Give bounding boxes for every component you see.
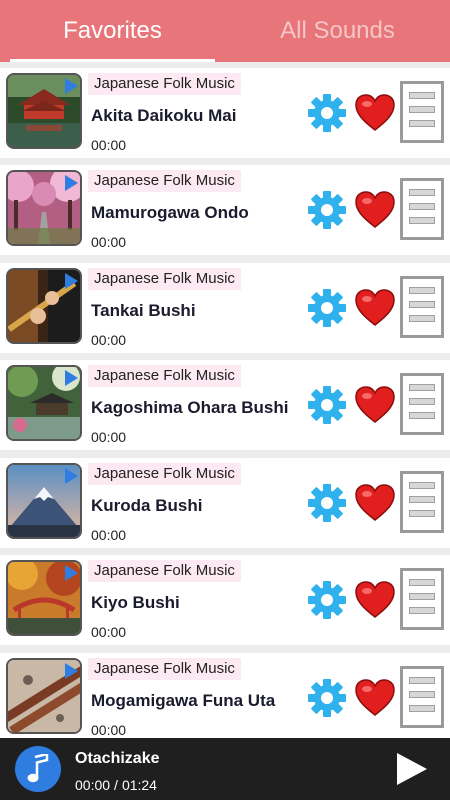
heart-icon[interactable] bbox=[354, 385, 396, 425]
song-row[interactable]: Japanese Folk Music Mamurogawa Ondo 00:0… bbox=[0, 165, 450, 255]
play-badge-icon bbox=[65, 370, 78, 386]
play-badge-icon bbox=[65, 565, 78, 581]
time-separator: / bbox=[114, 777, 118, 793]
gear-icon[interactable] bbox=[306, 384, 348, 426]
song-row[interactable]: Japanese Folk Music Akita Daikoku Mai 00… bbox=[0, 68, 450, 158]
genre-label: Japanese Folk Music bbox=[88, 268, 241, 290]
gear-icon[interactable] bbox=[306, 677, 348, 719]
heart-icon[interactable] bbox=[354, 93, 396, 133]
genre-label: Japanese Folk Music bbox=[88, 365, 241, 387]
play-badge-icon bbox=[65, 663, 78, 679]
tab-favorites[interactable]: Favorites bbox=[0, 0, 225, 62]
list-details-icon[interactable] bbox=[400, 81, 444, 143]
gear-icon[interactable] bbox=[306, 92, 348, 134]
song-time: 00:00 bbox=[91, 332, 127, 348]
gear-icon[interactable] bbox=[306, 482, 348, 524]
list-details-icon[interactable] bbox=[400, 373, 444, 435]
heart-icon[interactable] bbox=[354, 288, 396, 328]
genre-label: Japanese Folk Music bbox=[88, 170, 241, 192]
tab-all-sounds[interactable]: All Sounds bbox=[225, 0, 450, 62]
play-badge-icon bbox=[65, 273, 78, 289]
list-details-icon[interactable] bbox=[400, 178, 444, 240]
heart-icon[interactable] bbox=[354, 190, 396, 230]
tab-bar: Favorites All Sounds bbox=[0, 0, 450, 62]
cherry-blossom-path-image[interactable] bbox=[6, 170, 82, 246]
gear-icon[interactable] bbox=[306, 287, 348, 329]
list-details-icon[interactable] bbox=[400, 276, 444, 338]
play-badge-icon bbox=[65, 468, 78, 484]
song-title: Akita Daikoku Mai bbox=[91, 106, 237, 125]
gear-icon[interactable] bbox=[306, 579, 348, 621]
mount-fuji-image[interactable] bbox=[6, 463, 82, 539]
song-time: 00:00 bbox=[91, 624, 127, 640]
heart-icon[interactable] bbox=[354, 580, 396, 620]
genre-label: Japanese Folk Music bbox=[88, 73, 241, 95]
duration: 01:24 bbox=[121, 777, 157, 793]
song-time: 00:00 bbox=[91, 137, 127, 153]
now-playing-time: 00:00/01:24 bbox=[75, 777, 157, 793]
list-details-icon[interactable] bbox=[400, 666, 444, 728]
song-title: Mogamigawa Funa Uta bbox=[91, 691, 276, 710]
song-title: Tankai Bushi bbox=[91, 301, 196, 320]
genre-label: Japanese Folk Music bbox=[88, 560, 241, 582]
now-playing-bar[interactable]: Otachizake 00:00/01:24 bbox=[0, 738, 450, 800]
song-row[interactable]: Japanese Folk Music Kuroda Bushi 00:00 bbox=[0, 458, 450, 548]
genre-label: Japanese Folk Music bbox=[88, 658, 241, 680]
heart-icon[interactable] bbox=[354, 678, 396, 718]
play-badge-icon bbox=[65, 175, 78, 191]
song-title: Kagoshima Ohara Bushi bbox=[91, 398, 289, 417]
gear-icon[interactable] bbox=[306, 189, 348, 231]
song-list[interactable]: Japanese Folk Music Akita Daikoku Mai 00… bbox=[0, 62, 450, 738]
red-temple-pond-image[interactable] bbox=[6, 73, 82, 149]
now-playing-title: Otachizake bbox=[75, 750, 160, 767]
genre-label: Japanese Folk Music bbox=[88, 463, 241, 485]
bamboo-flute-image[interactable] bbox=[6, 658, 82, 734]
play-badge-icon bbox=[65, 78, 78, 94]
song-row[interactable]: Japanese Folk Music Kagoshima Ohara Bush… bbox=[0, 360, 450, 450]
song-time: 00:00 bbox=[91, 429, 127, 445]
song-row[interactable]: Japanese Folk Music Kiyo Bushi 00:00 bbox=[0, 555, 450, 645]
garden-pavilion-image[interactable] bbox=[6, 365, 82, 441]
current-time: 00:00 bbox=[75, 777, 111, 793]
heart-icon[interactable] bbox=[354, 483, 396, 523]
list-details-icon[interactable] bbox=[400, 471, 444, 533]
song-time: 00:00 bbox=[91, 527, 127, 543]
list-details-icon[interactable] bbox=[400, 568, 444, 630]
song-title: Kiyo Bushi bbox=[91, 593, 180, 612]
music-note-icon[interactable] bbox=[15, 746, 61, 792]
autumn-bridge-image[interactable] bbox=[6, 560, 82, 636]
flute-player-image[interactable] bbox=[6, 268, 82, 344]
song-title: Mamurogawa Ondo bbox=[91, 203, 249, 222]
song-time: 00:00 bbox=[91, 234, 127, 250]
song-title: Kuroda Bushi bbox=[91, 496, 203, 515]
song-time: 00:00 bbox=[91, 722, 127, 738]
tab-favorites-label: Favorites bbox=[63, 17, 162, 44]
tab-all-sounds-label: All Sounds bbox=[280, 17, 395, 44]
song-row[interactable]: Japanese Folk Music Mogamigawa Funa Uta … bbox=[0, 653, 450, 738]
play-icon[interactable] bbox=[397, 753, 427, 785]
song-row[interactable]: Japanese Folk Music Tankai Bushi 00:00 bbox=[0, 263, 450, 353]
